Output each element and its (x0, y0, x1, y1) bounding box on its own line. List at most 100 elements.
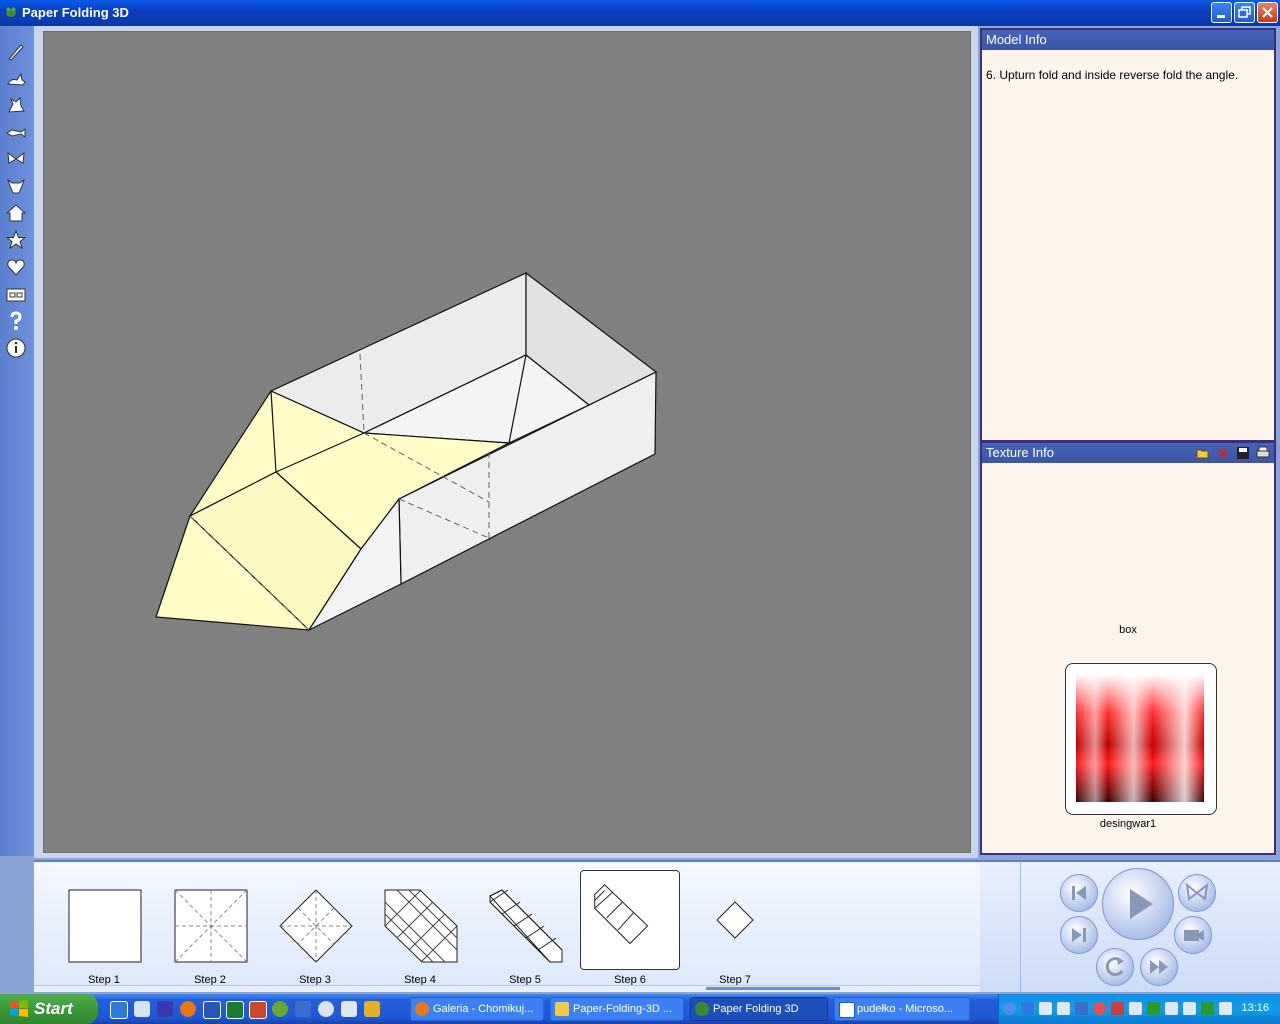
taskbar-item[interactable]: Paper-Folding-3D ... (550, 997, 684, 1021)
steps-scrollbar[interactable] (34, 985, 980, 992)
fast-forward-icon (1150, 960, 1168, 974)
butterfly-icon[interactable] (5, 148, 27, 170)
play-button[interactable] (1102, 868, 1174, 940)
tray-icon[interactable] (1183, 1002, 1196, 1015)
powerpoint-icon[interactable] (249, 1001, 267, 1019)
model-info-panel: Model Info 6. Upturn fold and inside rev… (980, 28, 1276, 442)
step-thumbnail[interactable]: Step 4 (370, 862, 470, 986)
restore-button[interactable] (1234, 2, 1255, 23)
start-label: Start (34, 999, 73, 1018)
model-info-header: Model Info (982, 30, 1274, 50)
desktop-icon[interactable] (134, 1001, 150, 1017)
word-document-icon (839, 1002, 855, 1018)
close-icon (1262, 7, 1273, 18)
scrollbar-thumb[interactable] (706, 987, 840, 990)
tray-icon[interactable] (1165, 1002, 1178, 1015)
network-icon[interactable] (318, 1001, 334, 1017)
texture-preview[interactable] (1065, 663, 1217, 815)
folded-paper-model[interactable] (44, 32, 970, 852)
taskbar-item[interactable]: Galeria - Chomikuj... (410, 997, 544, 1021)
system-tray: 13:16 (998, 994, 1280, 1024)
window-title: Paper Folding 3D (22, 5, 129, 20)
volume-icon[interactable] (1219, 1002, 1232, 1015)
step-7-diagram (716, 901, 754, 939)
step-thumbnail[interactable]: Step 1 (54, 862, 154, 986)
house-icon[interactable] (5, 202, 27, 224)
skip-forward-icon (1072, 928, 1086, 942)
firefox-icon[interactable] (180, 1001, 196, 1017)
title-bar: Paper Folding 3D (0, 0, 1280, 26)
bluetooth-icon[interactable] (1075, 1002, 1088, 1015)
pen-icon[interactable] (5, 40, 27, 62)
rooster-icon[interactable] (5, 94, 27, 116)
step-thumbnail[interactable]: Step 5 (475, 862, 575, 986)
task-label: Paper Folding 3D (713, 1003, 799, 1015)
bull-icon[interactable] (5, 175, 27, 197)
taskbar-item[interactable]: pudełko - Microso... (834, 997, 970, 1021)
step-5-diagram (489, 889, 563, 963)
tray-icon[interactable] (1039, 1002, 1052, 1015)
texture-image (1076, 674, 1204, 802)
camera-icon (1184, 930, 1204, 941)
skip-back-icon (1072, 886, 1086, 900)
tray-icon[interactable] (1147, 1002, 1160, 1015)
steps-strip: Step 1 Step 2 Step 3 Step 4 Step 5 Step … (34, 860, 980, 992)
antivirus-icon[interactable] (1093, 1002, 1106, 1015)
taskbar-item-active[interactable]: Paper Folding 3D (690, 997, 828, 1021)
tray-icon[interactable] (1201, 1002, 1214, 1015)
minimize-icon (1217, 15, 1225, 18)
tray-icon[interactable] (1057, 1002, 1070, 1015)
taskbar: Start Galeria - Chomikuj... Paper-Foldin… (0, 994, 1280, 1024)
butterfly-model-button[interactable] (1178, 874, 1216, 912)
next-step-button[interactable] (1060, 916, 1098, 954)
task-label: Galeria - Chomikuj... (433, 1003, 534, 1015)
ie-icon[interactable] (110, 1001, 128, 1019)
frog-app-icon (6, 7, 16, 17)
tray-icon[interactable] (1129, 1002, 1142, 1015)
step-thumbnail[interactable]: Step 2 (160, 862, 260, 986)
tray-icon[interactable] (1111, 1002, 1124, 1015)
info-icon[interactable] (5, 337, 27, 359)
step-thumbnail[interactable]: Step 3 (265, 862, 365, 986)
3d-viewport[interactable] (43, 31, 971, 853)
network-tray-icon[interactable] (1021, 1002, 1034, 1015)
minimize-button[interactable] (1211, 2, 1232, 23)
save-icon[interactable] (1236, 446, 1250, 460)
close-button[interactable] (1257, 2, 1278, 23)
media-player-icon[interactable] (272, 1001, 288, 1017)
paint-icon[interactable] (364, 1001, 380, 1017)
step-2-diagram (174, 889, 248, 963)
windows-icon[interactable] (295, 1001, 311, 1017)
restore-icon (1238, 6, 1251, 18)
step-thumbnail[interactable]: Step 7 (685, 862, 785, 986)
repeat-button[interactable] (1096, 948, 1134, 986)
task-label: pudełko - Microso... (857, 1003, 953, 1015)
print-icon[interactable] (1256, 446, 1270, 460)
tray-expand-icon[interactable] (1003, 1002, 1016, 1015)
box-icon[interactable] (5, 284, 27, 306)
delete-icon[interactable] (1216, 446, 1230, 460)
word-icon[interactable] (203, 1001, 221, 1019)
rabbit-icon[interactable] (5, 68, 27, 90)
help-icon[interactable] (5, 310, 27, 332)
repeat-icon (1105, 957, 1124, 977)
fast-forward-button[interactable] (1140, 948, 1178, 986)
texture-info-header: Texture Info (982, 443, 1274, 463)
folder-icon (555, 1002, 569, 1016)
step-instruction-text: 6. Upturn fold and inside reverse fold t… (986, 68, 1239, 82)
camera-button[interactable] (1174, 916, 1212, 954)
app-icon[interactable] (341, 1001, 357, 1017)
texture-image-caption: desingwar1 (1099, 818, 1157, 830)
step-thumbnail-selected[interactable]: Step 6 (580, 862, 680, 986)
heart-icon[interactable] (5, 256, 27, 278)
excel-icon[interactable] (226, 1001, 244, 1019)
clock: 13:16 (1241, 1002, 1269, 1014)
star-icon[interactable] (5, 229, 27, 251)
first-step-button[interactable] (1060, 874, 1098, 912)
step-3-diagram (279, 889, 353, 963)
frog-app-icon (695, 1002, 709, 1016)
start-button[interactable]: Start (0, 994, 98, 1024)
floppy-icon[interactable] (157, 1001, 173, 1017)
fish-icon[interactable] (5, 122, 27, 144)
open-folder-icon[interactable] (1196, 446, 1210, 460)
